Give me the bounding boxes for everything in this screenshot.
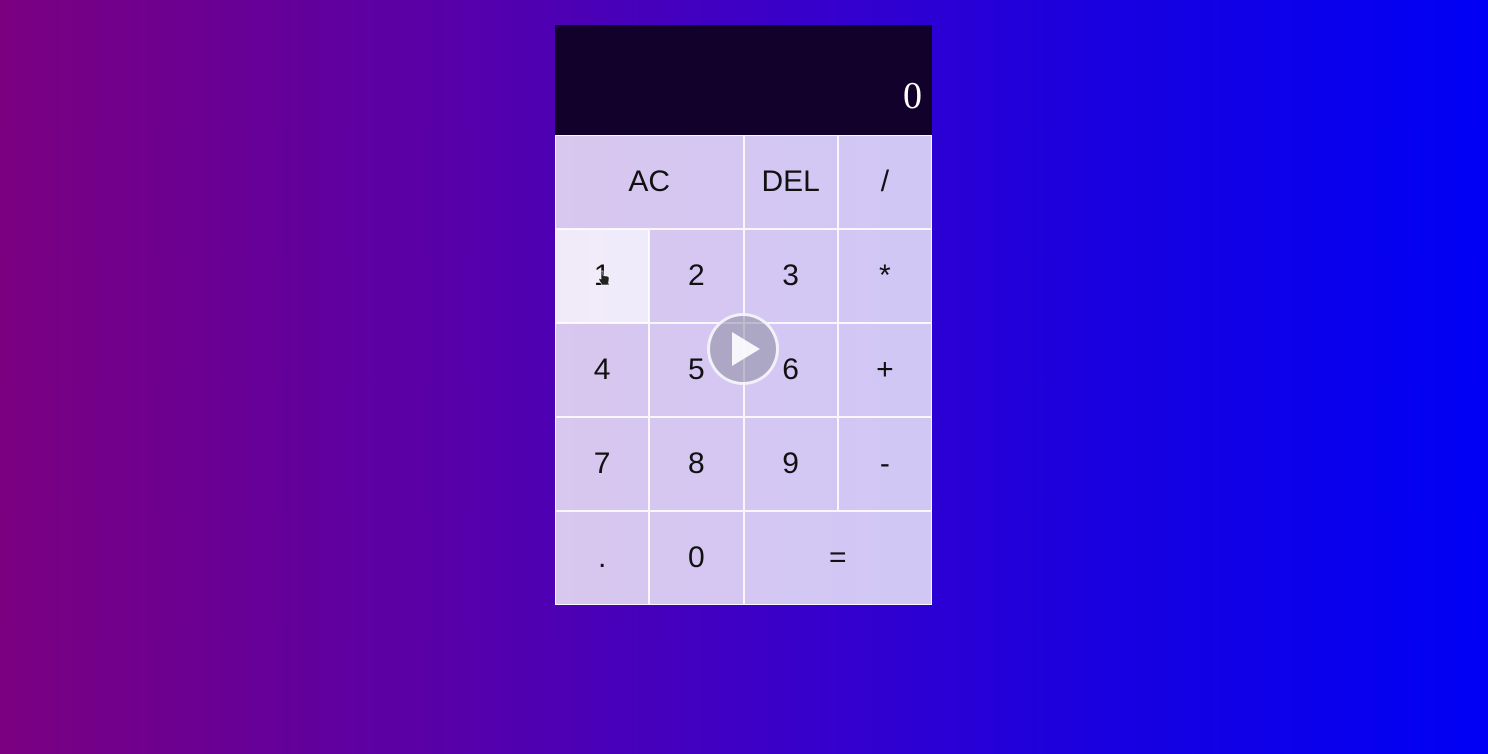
digit-2-button[interactable]: 2: [649, 229, 744, 323]
output-display: 0: [555, 25, 932, 135]
current-operand: 0: [903, 75, 922, 117]
all-clear-button[interactable]: AC: [555, 135, 744, 229]
play-icon: [732, 332, 760, 366]
digit-4-button[interactable]: 4: [555, 323, 650, 417]
decimal-button[interactable]: .: [555, 511, 650, 605]
equals-button[interactable]: =: [743, 511, 932, 605]
video-play-button[interactable]: [707, 313, 779, 385]
add-button[interactable]: +: [837, 323, 932, 417]
digit-9-button[interactable]: 9: [743, 417, 838, 511]
digit-8-button[interactable]: 8: [649, 417, 744, 511]
digit-7-button[interactable]: 7: [555, 417, 650, 511]
digit-0-button[interactable]: 0: [649, 511, 744, 605]
multiply-button[interactable]: *: [837, 229, 932, 323]
delete-button[interactable]: DEL: [743, 135, 838, 229]
subtract-button[interactable]: -: [837, 417, 932, 511]
hand-cursor-icon: [598, 270, 610, 286]
divide-button[interactable]: /: [837, 135, 932, 229]
digit-3-button[interactable]: 3: [743, 229, 838, 323]
